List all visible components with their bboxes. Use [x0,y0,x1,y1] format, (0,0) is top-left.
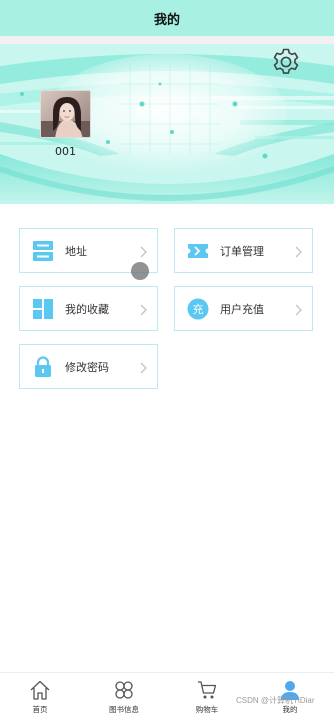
chevron-right-icon [139,244,149,258]
menu-label-recharge: 用户充值 [220,302,264,316]
menu-item-recharge[interactable]: 充 用户充值 [174,286,313,331]
menu-item-orders[interactable]: 订单管理 [174,228,313,273]
home-icon [29,679,51,701]
page-title: 我的 [153,12,180,28]
avatar[interactable] [40,90,91,138]
recharge-icon-text: 充 [193,302,204,316]
header-divider [0,36,334,44]
chevron-right-icon [139,360,149,374]
menu-label-favorites: 我的收藏 [65,302,109,316]
username: 001 [55,145,76,158]
tab-label-home: 首页 [32,705,48,714]
recharge-icon: 充 [187,298,209,320]
chevron-right-icon [294,302,304,316]
touch-indicator [131,262,149,280]
menu-label-orders: 订单管理 [220,244,264,258]
tab-label-cart: 购物车 [195,705,219,714]
grid-icon [32,298,54,320]
menu-item-favorites[interactable]: 我的收藏 [19,286,158,331]
menu-label-password: 修改密码 [65,360,109,374]
address-icon [32,240,54,262]
watermark: CSDN @计算机YiDiar [236,696,315,705]
menu-item-password[interactable]: 修改密码 [19,344,158,389]
clover-icon [113,679,135,701]
chevron-right-icon [294,244,304,258]
ticket-icon [187,240,209,262]
lock-icon [32,355,54,378]
tab-cart[interactable]: 购物车 [177,673,237,718]
header-bar: 我的 [0,0,334,36]
menu-label-address: 地址 [65,244,87,258]
tab-home[interactable]: 首页 [10,673,70,718]
tab-books[interactable]: 图书信息 [94,673,154,718]
tab-label-books: 图书信息 [109,705,139,714]
cart-icon [196,679,218,701]
gear-icon[interactable] [270,46,302,78]
chevron-right-icon [139,302,149,316]
